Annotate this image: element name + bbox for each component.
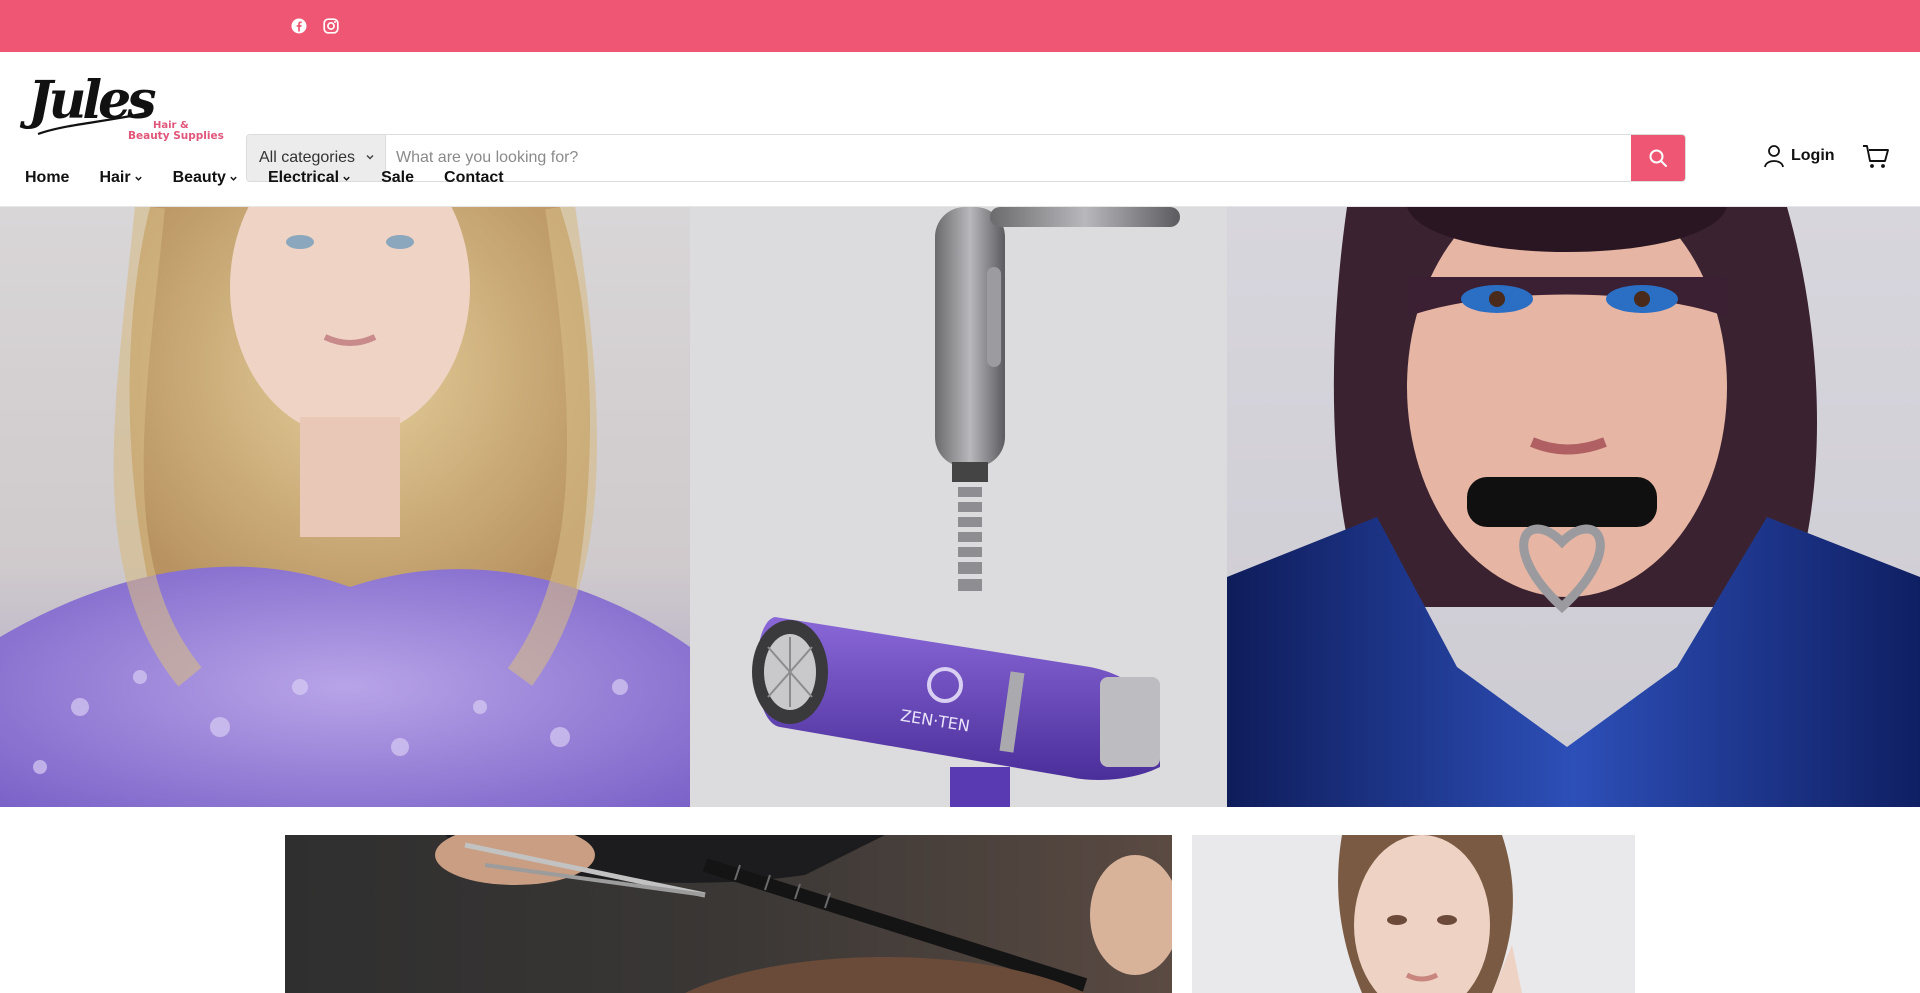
search-input[interactable] [386, 135, 1631, 181]
nav-item-hair[interactable]: Hair [99, 169, 142, 187]
chevron-down-icon [366, 154, 374, 160]
nav-item-sale[interactable]: Sale [381, 169, 414, 187]
cart-icon [1863, 145, 1889, 168]
hero-image-hair-dryer: ZEN·TEN [690, 207, 1227, 807]
nav-item-label: Electrical [267, 169, 340, 186]
search-button[interactable] [1631, 135, 1685, 181]
blonde-model-illustration [0, 207, 690, 807]
instagram-icon[interactable] [321, 16, 341, 36]
skincare-model-illustration [1338, 835, 1522, 993]
announcement-bar [0, 0, 1920, 52]
category-tile-skincare-model[interactable] [1192, 835, 1635, 993]
hero-image-blonde-model [0, 207, 690, 807]
store-logo[interactable]: Jules Hair & Beauty Supplies [28, 70, 224, 150]
search-icon [1649, 149, 1667, 167]
nav-item-label: Beauty [172, 169, 226, 186]
nav-item-electrical[interactable]: Electrical [268, 169, 351, 187]
hair-dryer-illustration: ZEN·TEN [752, 207, 1180, 807]
facebook-icon[interactable] [289, 16, 309, 36]
hair-cutting-illustration [435, 835, 1172, 993]
category-tile-hair-cutting[interactable] [285, 835, 1172, 993]
chevron-down-icon [343, 176, 350, 181]
chevron-down-icon [230, 176, 237, 181]
hero-image-dark-hair-model [1227, 207, 1920, 807]
login-link[interactable]: Login [1763, 144, 1835, 168]
main-nav: Home Hair Beauty Electrical Sale Contact [25, 164, 534, 192]
nav-item-label: Hair [99, 169, 131, 186]
nav-item-label: Contact [444, 169, 504, 186]
user-icon [1764, 145, 1784, 168]
login-label: Login [1791, 147, 1835, 164]
nav-item-home[interactable]: Home [25, 169, 69, 187]
nav-item-beauty[interactable]: Beauty [173, 169, 238, 187]
dark-hair-model-illustration [1227, 207, 1920, 807]
chevron-down-icon [134, 176, 142, 181]
cart-button[interactable] [1862, 144, 1890, 175]
nav-item-label: Home [25, 169, 70, 186]
nav-item-label: Sale [381, 169, 415, 186]
hero-banner[interactable]: ZEN·TEN [0, 207, 1920, 807]
logo-tagline-line2: Beauty Supplies [128, 130, 224, 142]
nav-item-contact[interactable]: Contact [444, 169, 504, 187]
